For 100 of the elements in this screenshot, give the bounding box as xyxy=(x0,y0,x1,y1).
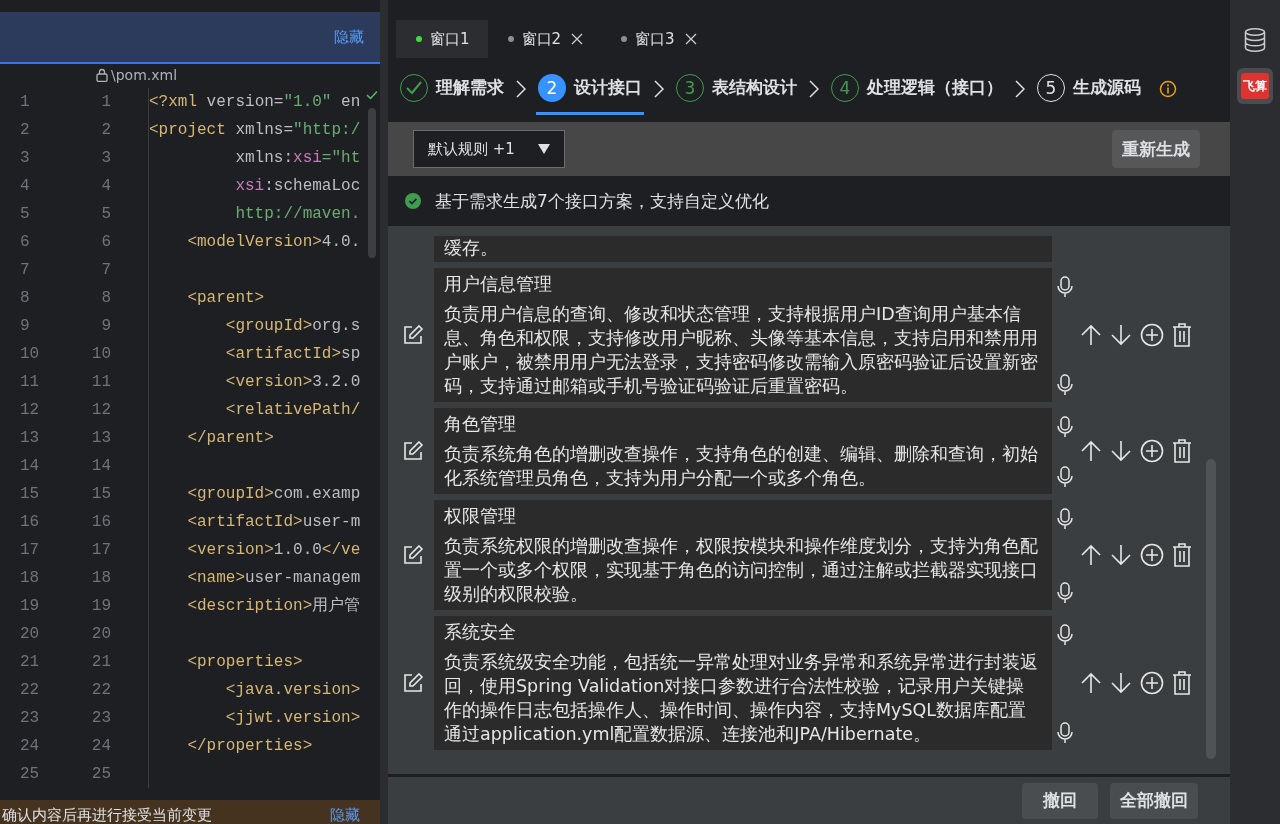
line-number: 16 xyxy=(90,513,112,531)
step-tab[interactable]: 4 处理逻辑（接口） xyxy=(829,63,1005,115)
microphone-icon[interactable] xyxy=(1056,624,1074,646)
add-icon[interactable] xyxy=(1140,671,1164,695)
add-icon[interactable] xyxy=(1140,439,1164,463)
chevron-icon xyxy=(654,80,664,98)
arrow-down-icon[interactable] xyxy=(1110,672,1132,694)
line-number: 14 xyxy=(19,457,41,475)
line-number: 20 xyxy=(19,625,41,643)
line-number: 21 xyxy=(90,653,112,671)
arrow-up-icon[interactable] xyxy=(1080,672,1102,694)
file-path: \pom.xml xyxy=(111,67,178,83)
microphone-icon[interactable] xyxy=(1056,276,1074,298)
line-number: 23 xyxy=(90,709,112,727)
line-number: 25 xyxy=(90,765,112,783)
add-icon[interactable] xyxy=(1140,543,1164,567)
interface-description: 负责系统权限的增删改查操作，权限按模块和操作维度划分，支持为角色配置一个或多个权限，实现基于角色的访问控制，通过注解或拦截器实现接口级别的权限校验。 xyxy=(444,535,1039,606)
line-number: 22 xyxy=(19,681,41,699)
rule-dropdown[interactable]: 默认规则 +1 xyxy=(413,130,565,168)
close-icon[interactable] xyxy=(571,33,584,45)
line-number: 9 xyxy=(100,317,112,335)
interface-title: 用户信息管理 xyxy=(444,273,553,296)
microphone-icon[interactable] xyxy=(1056,508,1074,530)
check-icon xyxy=(366,90,378,100)
step-tab[interactable]: 5 生成源码 xyxy=(1035,63,1143,115)
line-number: 12 xyxy=(90,401,112,419)
window-tab[interactable]: 窗口3 xyxy=(601,20,715,58)
line-number: 13 xyxy=(19,429,41,447)
line-number: 18 xyxy=(19,569,41,587)
line-number: 24 xyxy=(19,737,41,755)
hide-link[interactable]: 隐藏 xyxy=(330,806,360,824)
trash-icon[interactable] xyxy=(1172,543,1192,567)
line-number: 20 xyxy=(90,625,112,643)
add-icon[interactable] xyxy=(1140,323,1164,347)
trash-icon[interactable] xyxy=(1172,323,1192,347)
line-number: 17 xyxy=(90,541,112,559)
window-tab[interactable]: 窗口2 xyxy=(487,20,602,58)
arrow-up-icon[interactable] xyxy=(1080,544,1102,566)
arrow-up-icon[interactable] xyxy=(1080,324,1102,346)
line-number: 12 xyxy=(19,401,41,419)
microphone-icon[interactable] xyxy=(1056,722,1074,744)
chevron-icon xyxy=(1015,80,1025,98)
interface-card: 缓存。 xyxy=(434,236,1052,262)
interface-description: 负责用户信息的查询、修改和状态管理，支持根据用户ID查询用户基本信息、角色和权限，支持修改用户昵称、头像等基本信息，支持启用和禁用用户账户，被禁用用户无法登录，支持密码修改需输入原密码验证后设置新密码，支持通过邮箱或手机号验证码验证后重置密码。 xyxy=(444,303,1039,398)
line-number: 15 xyxy=(19,485,41,503)
line-number: 10 xyxy=(90,345,112,363)
success-icon xyxy=(405,193,421,209)
line-number: 8 xyxy=(100,289,112,307)
chevron-icon xyxy=(809,80,819,98)
close-icon[interactable] xyxy=(684,33,697,45)
edit-icon[interactable] xyxy=(402,672,424,694)
edit-icon[interactable] xyxy=(402,440,424,462)
line-number: 5 xyxy=(19,205,31,223)
line-number: 23 xyxy=(19,709,41,727)
line-number: 10 xyxy=(19,345,41,363)
undo-button[interactable]: 撤回 xyxy=(1022,782,1098,819)
line-number: 19 xyxy=(90,597,112,615)
regenerate-button[interactable]: 重新生成 xyxy=(1112,130,1200,168)
line-number: 7 xyxy=(19,261,31,279)
scrollbar[interactable] xyxy=(368,108,376,258)
edit-icon[interactable] xyxy=(402,324,424,346)
line-number: 7 xyxy=(100,261,112,279)
step-tab[interactable]: 2 设计接口 xyxy=(536,63,644,115)
database-icon[interactable] xyxy=(1244,28,1266,52)
line-number: 4 xyxy=(19,177,31,195)
info-icon xyxy=(1159,80,1177,98)
lock-icon xyxy=(96,68,108,82)
line-number: 14 xyxy=(90,457,112,475)
step-tab[interactable]: 理解需求 xyxy=(398,63,506,115)
arrow-down-icon[interactable] xyxy=(1110,440,1132,462)
microphone-icon[interactable] xyxy=(1056,582,1074,604)
arrow-up-icon[interactable] xyxy=(1080,440,1102,462)
interface-title: 系统安全 xyxy=(444,621,517,644)
interface-description: 负责系统角色的增删改查操作，支持角色的创建、编辑、删除和查询，初始化系统管理员角色，支持为用户分配一个或多个角色。 xyxy=(444,443,1039,490)
line-number: 16 xyxy=(19,513,41,531)
trash-icon[interactable] xyxy=(1172,439,1192,463)
app-logo-button[interactable]: 飞算 xyxy=(1237,68,1273,104)
undo-button[interactable]: 全部撤回 xyxy=(1110,782,1198,819)
step-tab[interactable]: 3 表结构设计 xyxy=(674,63,799,115)
notification-text: 确认内容后再进行接受当前变更 xyxy=(2,806,212,824)
interface-description: 负责系统级安全功能，包括统一异常处理对业务异常和系统异常进行封装返回，使用Spring Validation对接口参数进行合法性校验，记录用户关键操作的操作日志包括操作人、操作时间、操作内容，支持MySQL数据库配置通过application.yml配置数据源、连接池和JPA/Hibernate。 xyxy=(444,651,1039,746)
line-number: 9 xyxy=(19,317,31,335)
line-number: 1 xyxy=(100,93,112,111)
arrow-down-icon[interactable] xyxy=(1110,544,1132,566)
window-tab[interactable]: 窗口1 xyxy=(396,20,488,58)
microphone-icon[interactable] xyxy=(1056,466,1074,488)
dropdown-arrow-icon xyxy=(538,144,550,154)
hide-link[interactable]: 隐藏 xyxy=(334,27,364,47)
trash-icon[interactable] xyxy=(1172,671,1192,695)
microphone-icon[interactable] xyxy=(1056,374,1074,396)
line-number: 25 xyxy=(19,765,41,783)
line-number: 3 xyxy=(100,149,112,167)
line-number: 13 xyxy=(90,429,112,447)
line-number: 24 xyxy=(90,737,112,755)
arrow-down-icon[interactable] xyxy=(1110,324,1132,346)
line-number: 15 xyxy=(90,485,112,503)
line-number: 17 xyxy=(19,541,41,559)
microphone-icon[interactable] xyxy=(1056,416,1074,438)
line-number: 6 xyxy=(100,233,112,251)
edit-icon[interactable] xyxy=(402,544,424,566)
